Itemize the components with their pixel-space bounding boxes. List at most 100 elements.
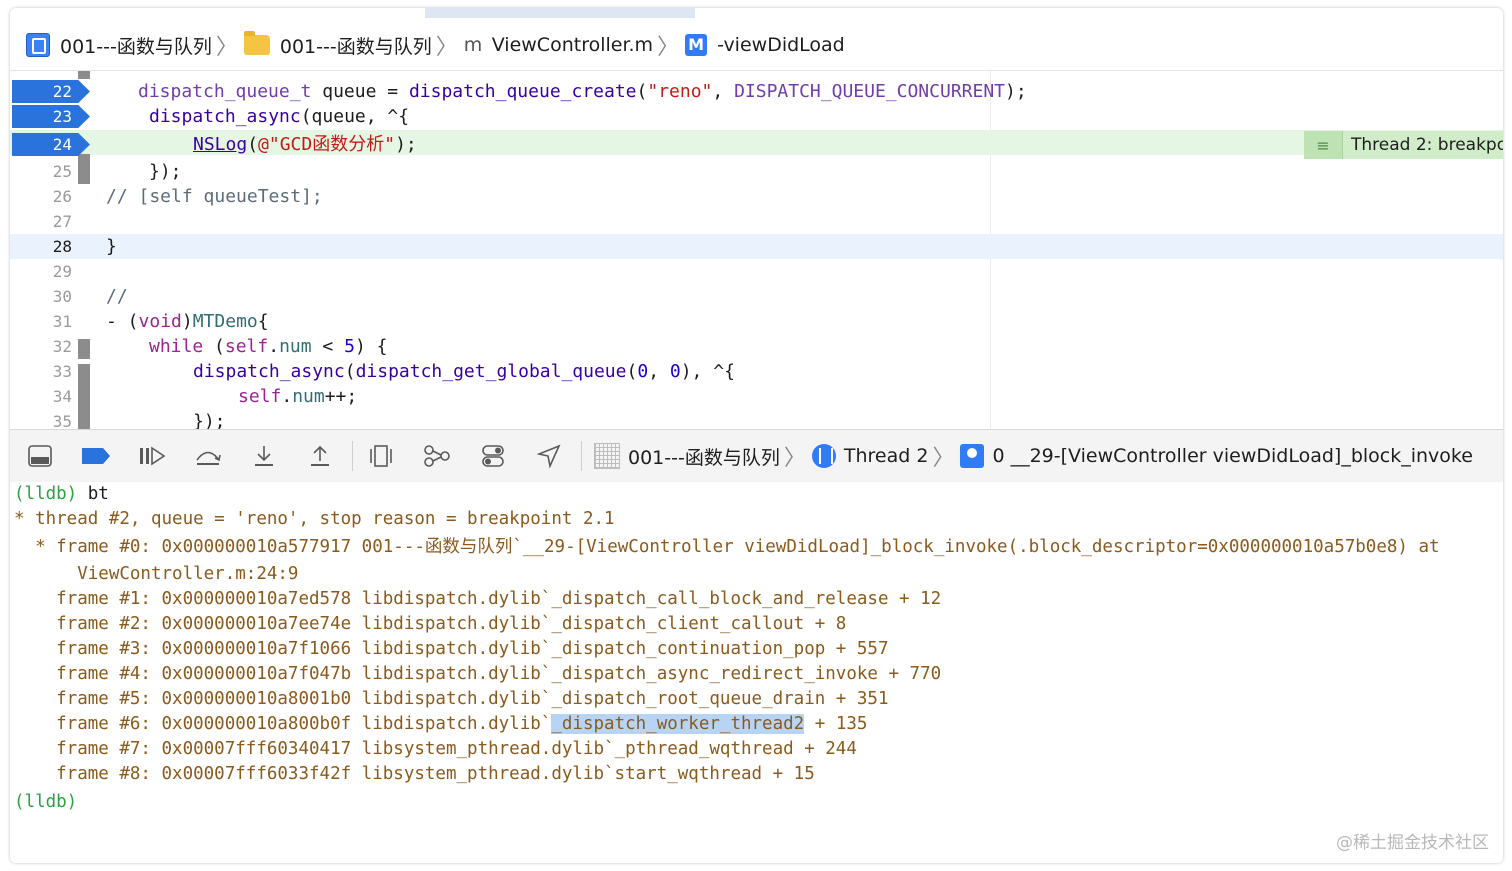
code-comment: // [self queueTest];	[106, 186, 323, 207]
chevron-right-icon: 〉	[435, 35, 458, 60]
line-number: 29	[52, 262, 72, 281]
simulate-location-button[interactable]	[529, 441, 569, 471]
source-editor[interactable]: 22 dispatch_queue_t queue = dispatch_que…	[10, 71, 1503, 429]
lldb-prompt: (lldb)	[14, 792, 78, 812]
jumpbar-method-label: -viewDidLoad	[717, 34, 845, 56]
console-line: (lldb) bt	[14, 482, 109, 507]
code-text: });	[193, 411, 226, 429]
toggles-icon	[482, 445, 504, 467]
continue-button[interactable]	[132, 441, 172, 471]
step-out-button[interactable]	[300, 441, 340, 471]
console-toggle-icon	[28, 445, 52, 467]
code-text: dispatch_async(queue, ^{	[149, 104, 409, 129]
code-text: }	[106, 236, 117, 257]
code-token: 0	[637, 361, 649, 382]
code-token: ,	[712, 81, 735, 102]
folder-icon	[243, 31, 270, 55]
code-token[interactable]: NSLog	[193, 134, 247, 155]
chevron-right-icon: 〉	[783, 446, 806, 471]
chevron-right-icon: 〉	[657, 35, 680, 60]
selected-text[interactable]: _dispatch_worker_thread2	[551, 714, 805, 734]
code-text: dispatch_queue_t queue = dispatch_queue_…	[138, 79, 1027, 104]
line-number: 28	[52, 237, 72, 256]
view-debugger-button[interactable]	[361, 441, 401, 471]
code-token: while	[149, 336, 204, 357]
code-token: dispatch_get_global_queue	[355, 361, 627, 382]
code-token: DISPATCH_QUEUE_CONCURRENT	[734, 81, 1006, 102]
step-out-icon	[311, 445, 329, 466]
code-token: ) {	[354, 336, 388, 357]
xcode-window: 001---函数与队列 〉 001---函数与队列 〉 m ViewContro…	[10, 8, 1503, 863]
code-token: <	[311, 336, 345, 357]
code-line: 31 - (void)MTDemo{	[10, 309, 1503, 334]
code-token: dispatch_queue_create	[408, 81, 637, 102]
chevron-right-icon: 〉	[215, 35, 238, 60]
hide-console-button[interactable]	[20, 441, 60, 471]
app-grid-icon	[594, 443, 620, 469]
jumpbar-file[interactable]: m ViewController.m	[464, 34, 653, 56]
code-token: (queue, ^{	[300, 106, 410, 127]
code-text: - (void)MTDemo{	[106, 309, 269, 334]
line-number: 32	[52, 337, 72, 356]
line-number: 26	[52, 187, 72, 206]
code-text: });	[149, 161, 182, 182]
code-token: dispatch_async	[193, 361, 345, 382]
line-number: 30	[52, 287, 72, 306]
code-token: "reno"	[647, 81, 713, 102]
line-number: 33	[52, 362, 72, 381]
code-token: dispatch_async	[149, 106, 301, 127]
list-icon: ≡	[1304, 131, 1343, 159]
code-token: ++;	[324, 386, 358, 407]
continue-icon	[140, 446, 166, 466]
code-token: (	[247, 134, 259, 155]
code-token: 5	[344, 336, 355, 357]
divider	[581, 441, 582, 471]
jumpbar-project[interactable]: 001---函数与队列	[26, 32, 212, 59]
jumpbar-folder[interactable]: 001---函数与队列	[243, 31, 432, 59]
thread-icon	[811, 444, 836, 468]
code-token: (	[626, 361, 638, 382]
code-token: );	[1005, 81, 1027, 102]
code-token: - (	[106, 311, 139, 332]
breakpoint-icon	[82, 448, 110, 464]
environment-overrides-button[interactable]	[473, 441, 513, 471]
code-token: @"GCD函数分析"	[258, 134, 396, 155]
code-token: 0	[669, 361, 681, 382]
code-token: void	[138, 311, 182, 332]
crumb-thread[interactable]: Thread 2	[844, 445, 929, 467]
project-icon	[26, 33, 50, 57]
line-number: 24	[52, 135, 72, 154]
line-number: 35	[52, 412, 72, 429]
lldb-console[interactable]: (lldb) bt * thread #2, queue = 'reno', s…	[10, 482, 1503, 863]
jumpbar-file-label: ViewController.m	[491, 34, 654, 56]
console-line: frame #2: 0x000000010a7ee74e libdispatch…	[14, 614, 847, 634]
console-line: frame #1: 0x000000010a7ed578 libdispatch…	[14, 589, 942, 609]
code-line: 24 NSLog(@"GCD函数分析");	[10, 132, 1503, 157]
jumpbar-method[interactable]: M -viewDidLoad	[685, 34, 845, 56]
code-token: self	[238, 386, 282, 407]
code-token: .	[268, 336, 280, 357]
code-line: 33 dispatch_async (dispatch_get_global_qu…	[10, 359, 1503, 384]
step-into-icon	[255, 446, 273, 466]
chevron-right-icon: 〉	[932, 446, 955, 471]
code-line: 27	[10, 209, 1503, 234]
jump-bar: 001---函数与队列 〉 001---函数与队列 〉 m ViewContro…	[10, 24, 1503, 66]
console-line: frame #8: 0x00007fff6033f42f libsystem_p…	[14, 764, 815, 784]
code-token: );	[395, 134, 417, 155]
code-token: self	[224, 336, 269, 357]
watermark: @稀土掘金技术社区	[1336, 833, 1489, 853]
code-token: num	[292, 386, 325, 407]
crumb-frame[interactable]: 0 __29-[ViewController viewDidLoad]_bloc…	[992, 445, 1473, 467]
crumb-process[interactable]: 001---函数与队列	[628, 443, 780, 470]
thread-breakpoint-badge[interactable]: ≡ Thread 2: breakpoint 2.1	[1304, 131, 1503, 159]
divider	[352, 441, 353, 471]
console-line: frame #7: 0x00007fff60340417 libsystem_p…	[14, 739, 857, 759]
breakpoints-toggle-button[interactable]	[76, 441, 116, 471]
thread-badge-label: Thread 2: breakpoint 2.1	[1351, 135, 1503, 155]
view-hierarchy-icon	[370, 445, 392, 467]
memory-graph-button[interactable]	[417, 441, 457, 471]
step-into-button[interactable]	[244, 441, 284, 471]
code-line: 30 //	[10, 284, 1503, 309]
step-over-icon	[196, 451, 221, 465]
step-over-button[interactable]	[188, 441, 228, 471]
